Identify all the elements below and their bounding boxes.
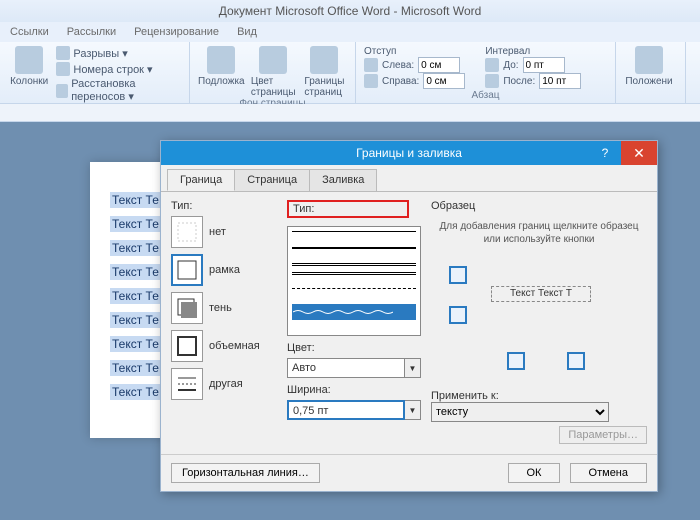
width-combobox[interactable]: 0,75 пт▼ [287,400,421,420]
spacing-title: Интервал [485,46,581,57]
edge-top-button[interactable] [449,266,467,284]
group-paragraph-label: Абзац [364,90,607,101]
position-button[interactable]: Положени [624,46,674,87]
width-label: Ширина: [287,384,421,396]
line-numbers-button[interactable]: Номера строк ▾ [56,62,181,76]
page-color-button[interactable]: Цвет страницы [251,46,296,98]
horizontal-ruler [0,104,700,122]
space-before-input[interactable] [523,57,565,73]
preview-sample: Текст Текст Т [491,286,591,302]
preview-hint: Для добавления границ щелкните образец и… [435,220,643,246]
edge-right-button[interactable] [567,352,585,370]
hyphen-icon [56,84,68,98]
horizontal-line-button[interactable]: Горизонтальная линия… [171,463,320,483]
type-none[interactable]: нет [171,216,277,248]
page-borders-button[interactable]: Границы страниц [302,46,347,98]
edge-bottom-button[interactable] [449,306,467,324]
indent-title: Отступ [364,46,465,57]
type-box[interactable]: рамка [171,254,277,286]
tab-review[interactable]: Рецензирование [134,26,219,38]
type-section-label: Тип: [171,200,277,212]
dialog-close-button[interactable]: ✕ [621,141,657,165]
selected-text-line: Текст Те [110,192,161,208]
borders-dialog: Границы и заливка ? ✕ Граница Страница З… [160,140,658,492]
watermark-button[interactable]: Подложка [198,46,245,87]
hyphenation-button[interactable]: Расстановка переносов ▾ [56,78,181,103]
tab-links[interactable]: Ссылки [10,26,49,38]
tab-view[interactable]: Вид [237,26,257,38]
ribbon-tabs: Ссылки Рассылки Рецензирование Вид [0,22,700,42]
apply-label: Применить к: [431,390,647,402]
space-before-icon [485,58,499,72]
tab-mailings[interactable]: Рассылки [67,26,116,38]
indent-left-icon [364,58,378,72]
preview-area[interactable]: Текст Текст Т [431,256,647,386]
type-shadow[interactable]: тень [171,292,277,324]
indent-left-input[interactable] [418,57,460,73]
tab-page[interactable]: Страница [234,169,310,191]
type-3d[interactable]: объемная [171,330,277,362]
preview-label: Образец [431,200,647,212]
window-title: Документ Microsoft Office Word - Microso… [0,0,700,22]
style-listbox[interactable] [287,226,421,336]
ok-button[interactable]: ОК [508,463,561,483]
parameters-button: Параметры… [559,426,647,444]
apply-to-select[interactable]: тексту [431,402,609,422]
space-after-icon [485,74,499,88]
tab-shading[interactable]: Заливка [309,169,377,191]
chevron-down-icon: ▼ [405,358,421,378]
linenumbers-icon [56,62,70,76]
dialog-tabs: Граница Страница Заливка [161,165,657,192]
dialog-titlebar: Границы и заливка ? ✕ [161,141,657,165]
dialog-help-button[interactable]: ? [593,141,617,165]
indent-right-input[interactable] [423,73,465,89]
ribbon: Колонки Разрывы ▾ Номера строк ▾ Расстан… [0,42,700,104]
type-custom[interactable]: другая [171,368,277,400]
columns-button[interactable]: Колонки [8,46,50,87]
tab-border[interactable]: Граница [167,169,235,191]
color-label: Цвет: [287,342,421,354]
columns-label: Колонки [10,76,48,87]
breaks-icon [56,46,70,60]
style-section-label: Тип: [287,200,409,218]
space-after-input[interactable] [539,73,581,89]
chevron-down-icon: ▼ [405,400,421,420]
edge-left-button[interactable] [507,352,525,370]
breaks-button[interactable]: Разрывы ▾ [56,46,181,60]
color-combobox[interactable]: Авто▼ [287,358,421,378]
cancel-button[interactable]: Отмена [570,463,647,483]
indent-right-icon [364,74,378,88]
